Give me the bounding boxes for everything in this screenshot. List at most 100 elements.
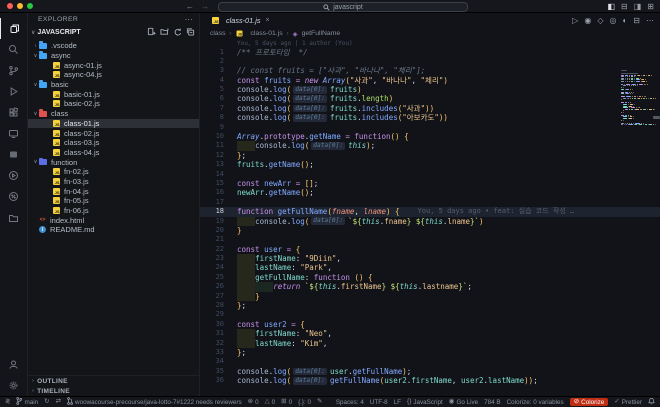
- new-file-icon[interactable]: [147, 27, 156, 38]
- circled-percent-icon[interactable]: [0, 186, 28, 207]
- more-actions-icon[interactable]: ⋯: [646, 16, 654, 25]
- outline-section[interactable]: ›OUTLINE: [28, 376, 199, 386]
- tree-item-fn-03.js[interactable]: JSfn-03.js: [28, 177, 199, 187]
- tree-item-fn-04.js[interactable]: JSfn-04.js: [28, 186, 199, 196]
- toggle-sidebar-icon[interactable]: ◧: [607, 2, 615, 11]
- tree-item-fn-02.js[interactable]: JSfn-02.js: [28, 167, 199, 177]
- status-colorize-variables[interactable]: Colorize: 0 variables: [507, 399, 564, 406]
- status-git-branch[interactable]: main: [16, 397, 38, 407]
- breadcrumb-file[interactable]: class-01.js: [251, 30, 283, 37]
- new-folder-icon[interactable]: [160, 27, 169, 38]
- workspace-section-header[interactable]: ∨ JAVASCRIPT: [28, 26, 199, 39]
- tree-item-basic[interactable]: ∨basic: [28, 80, 199, 90]
- tree-item-README.md[interactable]: iREADME.md: [28, 225, 199, 235]
- tree-item-function[interactable]: ∨function: [28, 157, 199, 167]
- status-pen-indicator[interactable]: ✎: [317, 399, 322, 405]
- nav-forward-icon[interactable]: →: [201, 2, 209, 11]
- tree-item-basic-02.js[interactable]: JSbasic-02.js: [28, 99, 199, 109]
- status-go-live[interactable]: ◉Go Live: [449, 399, 478, 406]
- status-problems-warnings[interactable]: △0: [265, 399, 276, 406]
- tab-close-icon[interactable]: ×: [265, 17, 269, 24]
- code-line-20: 20}: [200, 226, 660, 235]
- run-icon[interactable]: ▷: [572, 16, 578, 25]
- minimap-segment: [650, 98, 652, 99]
- tree-item-class-01.js[interactable]: JSclass-01.js: [28, 119, 199, 129]
- circle-dot-icon[interactable]: ◉: [584, 16, 591, 25]
- remote-explorer-icon[interactable]: [0, 123, 28, 144]
- overview-ruler-mark[interactable]: [653, 116, 660, 119]
- status-prettier[interactable]: ✓Prettier: [614, 399, 642, 406]
- status-sync-changes[interactable]: ↻: [44, 399, 49, 405]
- zoom-window-button[interactable]: [27, 3, 33, 9]
- status-remote-indicator[interactable]: ≷: [5, 399, 10, 405]
- tab-class-01[interactable]: JS class-01.js ×: [206, 13, 276, 27]
- tree-item-class-03.js[interactable]: JSclass-03.js: [28, 138, 199, 148]
- code-area[interactable]: You, 5 days ago | 1 author (You) 1/** 프로…: [200, 40, 660, 396]
- source-control-icon[interactable]: [0, 60, 28, 81]
- tree-item-basic-01.js[interactable]: JSbasic-01.js: [28, 89, 199, 99]
- line-number: 11: [200, 141, 224, 150]
- breadcrumb-folder[interactable]: class: [210, 30, 226, 37]
- status-colorize-badge[interactable]: ⊘Colorize: [570, 398, 609, 406]
- status-todo-count[interactable]: ⊞0: [281, 399, 292, 406]
- tree-item-index.html[interactable]: <>index.html: [28, 215, 199, 225]
- explorer-icon[interactable]: [0, 18, 28, 39]
- tree-item-fn-05.js[interactable]: JSfn-05.js: [28, 196, 199, 206]
- command-center-search[interactable]: javascript: [218, 2, 468, 12]
- token: log: [273, 104, 287, 113]
- status-github-pr-status[interactable]: woowacourse-precourse/java-lotto-7#1222 …: [67, 397, 242, 407]
- customize-layout-icon[interactable]: ⊞: [647, 2, 654, 11]
- code-line-4: 4const fruits = new Array("사과", "바나나", "…: [200, 76, 660, 85]
- nav-back-icon[interactable]: ←: [186, 2, 194, 11]
- circled-play-icon[interactable]: [0, 165, 28, 186]
- tree-item-.vscode[interactable]: ›.vscode: [28, 41, 199, 51]
- toggle-secondary-sidebar-icon[interactable]: ◨: [634, 2, 642, 11]
- status-encoding[interactable]: UTF-8: [370, 399, 388, 406]
- status-compare-icon[interactable]: ⇄: [56, 399, 61, 405]
- diamond-icon[interactable]: ◇: [597, 16, 603, 25]
- tree-item-class[interactable]: ∨class: [28, 109, 199, 119]
- minimap-segment: [643, 124, 644, 125]
- status-problems-errors[interactable]: ⊗0: [248, 399, 259, 406]
- bullseye-icon[interactable]: ◎: [609, 16, 616, 25]
- half-circle-icon[interactable]: ◐: [622, 16, 627, 25]
- settings-gear-icon[interactable]: [0, 375, 28, 396]
- status-label: UTF-8: [370, 399, 388, 406]
- search-icon[interactable]: [0, 39, 28, 60]
- run-debug-icon[interactable]: [0, 81, 28, 102]
- refresh-icon[interactable]: [173, 27, 182, 38]
- status-file-size[interactable]: 784 B: [484, 399, 500, 406]
- minimap-segment: [653, 109, 654, 110]
- status-indentation[interactable]: Spaces: 4: [336, 399, 364, 406]
- timeline-section[interactable]: ›TIMELINE: [28, 386, 199, 396]
- account-icon[interactable]: [0, 354, 28, 375]
- minimap-segment: [632, 98, 633, 99]
- minimize-window-button[interactable]: [17, 3, 23, 9]
- extensions-icon[interactable]: [0, 102, 28, 123]
- close-window-button[interactable]: [7, 3, 13, 9]
- token: firstName: [341, 282, 382, 291]
- status-css-var-count[interactable]: {.}: 0: [298, 399, 311, 406]
- tree-item-async[interactable]: ∨async: [28, 51, 199, 61]
- collapse-all-icon[interactable]: [186, 27, 195, 38]
- tree-item-async-01.js[interactable]: JSasync-01.js: [28, 60, 199, 70]
- breadcrumb-symbol[interactable]: getFullName: [302, 30, 341, 37]
- status-notifications-bell[interactable]: [648, 397, 655, 407]
- project-manager-icon[interactable]: [0, 207, 28, 228]
- toggle-panel-icon[interactable]: ⊟: [621, 2, 628, 11]
- tree-item-fn-06.js[interactable]: JSfn-06.js: [28, 206, 199, 216]
- split-editor-icon[interactable]: ⊟: [633, 16, 640, 25]
- minimap-segment: [647, 109, 648, 110]
- minimap[interactable]: [621, 70, 655, 126]
- minimap-segment: [629, 81, 630, 82]
- status-eol[interactable]: LF: [394, 399, 401, 406]
- code-lens[interactable]: You, 5 days ago | 1 author (You): [200, 40, 660, 48]
- filled-square-extension-icon[interactable]: [0, 144, 28, 165]
- tree-item-class-02.js[interactable]: JSclass-02.js: [28, 128, 199, 138]
- status-language-mode[interactable]: {}JavaScript: [407, 399, 443, 406]
- indent-rainbow-block: [237, 217, 255, 226]
- explorer-more-actions-icon[interactable]: ⋯: [185, 15, 193, 24]
- tree-item-class-04.js[interactable]: JSclass-04.js: [28, 148, 199, 158]
- line-content: [224, 198, 237, 207]
- tree-item-async-04.js[interactable]: JSasync-04.js: [28, 70, 199, 80]
